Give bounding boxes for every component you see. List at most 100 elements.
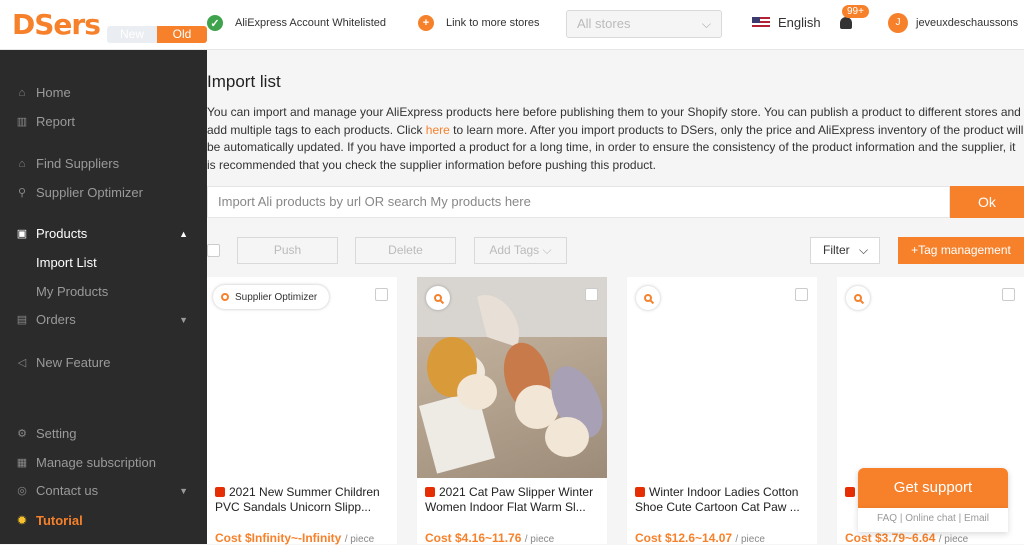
stores-select[interactable]: All stores ⌵ [566,10,722,38]
cost-unit: / piece [524,534,555,545]
filter-label: Filter [823,243,850,257]
cost-value: Cost $3.79~6.64 [845,531,936,545]
sidebar-item-label: New Feature [36,355,111,370]
us-flag-icon [752,16,770,29]
username: jeveuxdeschaussons [916,17,1019,29]
sidebar-item-label: Home [36,85,71,100]
sidebar-item-label: Products [36,226,88,241]
version-old-button[interactable]: Old [157,26,207,43]
learn-more-link[interactable]: here [426,123,450,137]
sidebar-item-import-list[interactable]: Import List [36,255,97,270]
push-button[interactable]: Push [237,237,338,264]
cost-unit: / piece [735,534,765,545]
whitelist-status: ✓ AliExpress Account Whitelisted [207,14,386,32]
product-title[interactable]: 2021 New Summer Children PVC Sandals Uni… [215,485,391,514]
version-toggle[interactable]: New Old [107,26,207,43]
link-stores-button[interactable]: + Link to more stores [418,14,540,32]
shop-icon: ⌂ [18,157,26,170]
search-input[interactable]: Import Ali products by url OR search My … [207,186,950,218]
cost-value: Cost $12.6~14.07 [635,531,733,545]
sidebar-item-orders[interactable]: ▤ Orders ▼ [16,312,196,327]
chevron-down-icon: ▼ [179,314,188,325]
product-cost: Cost $4.16~11.76 / piece [425,531,554,545]
product-card[interactable]: Winter Indoor Ladies Cotton Shoe Cute Ca… [627,277,817,545]
delete-button[interactable]: Delete [355,237,456,264]
product-title[interactable]: 2021 Cat Paw Slipper Winter Women Indoor… [425,485,601,514]
gear-icon: ⚙ [17,428,27,440]
avatar: J [888,13,908,33]
check-icon: ✓ [207,15,223,31]
sidebar-item-my-products[interactable]: My Products [36,284,108,299]
support-links[interactable]: FAQ | Online chat | Email [858,508,1008,532]
search-icon: ⚲ [17,187,27,199]
search-icon[interactable] [426,286,450,310]
bell-icon[interactable] [840,17,852,29]
add-tags-button[interactable]: Add Tags ⌵ [474,237,567,264]
language-selector[interactable]: English [752,15,821,30]
sidebar-item-products[interactable]: ▣ Products ▲ [16,226,196,241]
sidebar-item-find-suppliers[interactable]: ⌂ Find Suppliers [16,156,196,171]
notification-badge: 99+ [842,5,869,18]
select-all-checkbox[interactable] [207,244,220,257]
cost-value: Cost $4.16~11.76 [425,531,522,545]
product-cost: Cost $12.6~14.07 / piece [635,531,765,545]
tag-management-button[interactable]: +Tag management [898,237,1024,264]
aliexpress-icon [425,487,435,497]
search-icon[interactable] [846,286,870,310]
sidebar-item-label: Orders [36,312,76,327]
product-card[interactable]: 2021 Cat Paw Slipper Winter Women Indoor… [417,277,607,545]
megaphone-icon: ◁ [17,357,27,369]
product-checkbox[interactable] [795,288,808,301]
stores-select-value: All stores [577,16,631,31]
chevron-down-icon: ▼ [179,485,188,496]
product-card[interactable]: Supplier Optimizer 2021 New Summer Child… [207,277,397,545]
home-icon: ⌂ [18,86,26,99]
sidebar-item-label: Supplier Optimizer [36,185,143,200]
product-title-text: 2021 New Summer Children PVC Sandals Uni… [215,485,380,514]
sidebar-item-manage-subscription[interactable]: ▦ Manage subscription [16,455,196,470]
product-checkbox[interactable] [1002,288,1015,301]
sidebar-item-label: Tutorial [36,513,83,528]
aliexpress-icon [215,487,225,497]
bag-icon: ▣ [16,228,28,240]
version-new-button[interactable]: New [107,26,157,43]
ok-button[interactable]: Ok [950,186,1024,218]
sidebar-item-home[interactable]: ⌂ Home [16,85,196,100]
page-description: You can import and manage your AliExpres… [207,104,1024,174]
sidebar-item-setting[interactable]: ⚙ Setting [16,426,196,441]
chevron-up-icon: ▲ [179,228,188,239]
product-image[interactable] [837,277,1024,478]
product-title[interactable]: Winter Indoor Ladies Cotton Shoe Cute Ca… [635,485,811,514]
supplier-optimizer-chip[interactable]: Supplier Optimizer [213,285,330,309]
sidebar-item-contact-us[interactable]: ◎ Contact us ▼ [16,483,196,498]
dsers-logo[interactable]: DSers [12,8,101,41]
get-support-button[interactable]: Get support [858,468,1008,508]
cost-unit: / piece [344,534,375,545]
sidebar-item-label: Find Suppliers [36,156,120,171]
cost-unit: / piece [938,534,969,545]
sidebar-item-report[interactable]: ▥ Report [16,114,196,129]
product-image[interactable] [627,277,817,478]
sidebar-item-label: Report [36,114,76,129]
product-image[interactable] [417,277,607,478]
sidebar-item-label: Contact us [36,483,99,498]
filter-button[interactable]: Filter ⌵ [810,237,880,264]
user-menu[interactable]: J jeveuxdeschaussons [888,13,1018,33]
sidebar-item-supplier-optimizer[interactable]: ⚲ Supplier Optimizer [16,185,196,200]
sidebar-item-tutorial[interactable]: ✹ Tutorial [16,513,196,528]
product-title-text: Winter Indoor Ladies Cotton Shoe Cute Ca… [635,485,800,514]
link-stores-label: Link to more stores [446,17,540,29]
add-tags-label: Add Tags [489,243,540,257]
product-image[interactable]: Supplier Optimizer [207,277,397,478]
product-cost: Cost $Infinity~-Infinity / piece [215,531,374,545]
top-bar: DSers New Old ✓ AliExpress Account White… [0,0,1024,50]
product-checkbox[interactable] [375,288,388,301]
search-icon[interactable] [636,286,660,310]
sidebar-item-new-feature[interactable]: ◁ New Feature [16,355,196,370]
product-checkbox[interactable] [585,288,598,301]
sidebar-item-label: Setting [36,426,77,441]
chevron-down-icon: ⌵ [859,243,869,257]
whitelist-label: AliExpress Account Whitelisted [235,17,387,29]
page-title: Import list [207,72,281,91]
grid-icon: ▦ [16,457,28,469]
